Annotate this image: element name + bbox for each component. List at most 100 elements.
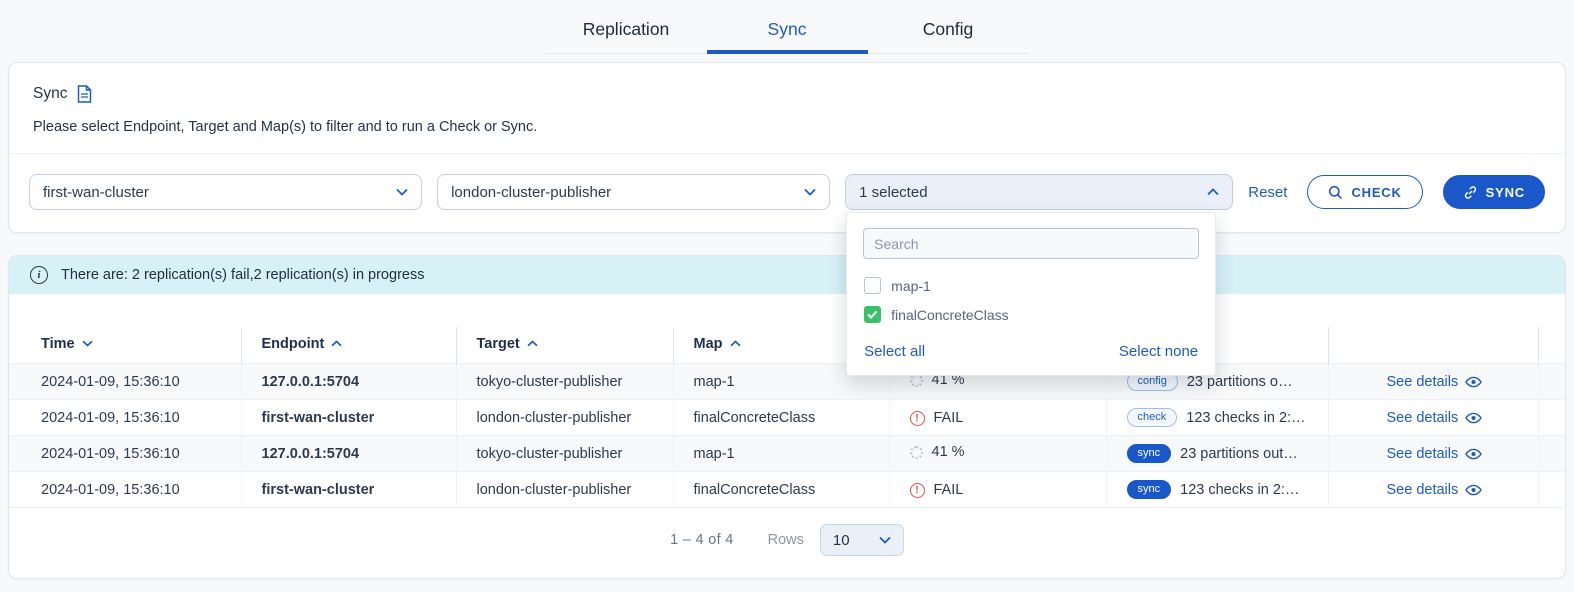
column-header-time[interactable]: Time (9, 327, 241, 364)
map-search-input[interactable] (863, 228, 1199, 259)
info-icon: i (30, 266, 48, 284)
cell-target: london-cluster-publisher (456, 400, 673, 436)
cell-details: See details (1328, 436, 1538, 472)
cell-status: 41 % (889, 436, 1106, 472)
cell-status: ! FAIL (889, 400, 1106, 436)
rows-per-page-value: 10 (833, 532, 850, 549)
table-row: 2024-01-09, 15:36:10 first-wan-cluster l… (9, 400, 1565, 436)
cell-time: 2024-01-09, 15:36:10 (9, 472, 241, 508)
cell-target: tokyo-cluster-publisher (456, 364, 673, 400)
cell-endpoint: 127.0.0.1:5704 (241, 436, 456, 472)
event-type-badge: sync (1127, 444, 1172, 463)
table-header-row: Time Endpoint Target Map (9, 327, 1565, 364)
endpoint-select-value: first-wan-cluster (43, 184, 149, 201)
column-header-target[interactable]: Target (456, 327, 673, 364)
see-details-link[interactable]: See details (1349, 374, 1483, 390)
table-row: 2024-01-09, 15:36:10 127.0.0.1:5704 toky… (9, 364, 1565, 400)
event-text: 123 checks in 2:… (1180, 482, 1299, 498)
table-row: 2024-01-09, 15:36:10 first-wan-cluster l… (9, 472, 1565, 508)
status-text: FAIL (934, 482, 964, 498)
cell-target: tokyo-cluster-publisher (456, 436, 673, 472)
cell-spacer (1538, 436, 1565, 472)
cell-details: See details (1328, 400, 1538, 436)
see-details-link[interactable]: See details (1349, 410, 1483, 426)
cell-map: finalConcreteClass (673, 400, 889, 436)
eye-icon (1465, 412, 1482, 424)
eye-icon (1465, 376, 1482, 388)
cell-map: map-1 (673, 436, 889, 472)
tab-strip: Replication Sync Config (0, 0, 1574, 54)
checkbox-checked-icon[interactable] (864, 306, 881, 323)
sync-button[interactable]: SYNC (1443, 175, 1545, 209)
map-select-value: 1 selected (859, 184, 927, 201)
event-type-badge: check (1127, 408, 1178, 427)
cell-target: london-cluster-publisher (456, 472, 673, 508)
progress-spinner-icon (910, 446, 923, 459)
column-header-endpoint[interactable]: Endpoint (241, 327, 456, 364)
see-details-link[interactable]: See details (1349, 446, 1483, 462)
document-icon[interactable] (77, 85, 92, 103)
pagination-range: 1 – 4 of 4 (670, 532, 733, 548)
event-type-badge: sync (1127, 480, 1172, 499)
sort-asc-icon (730, 340, 741, 347)
map-select[interactable]: 1 selected map-1 finalConcreteClass Sele… (845, 174, 1233, 210)
cell-time: 2024-01-09, 15:36:10 (9, 436, 241, 472)
status-text: 41 % (932, 444, 965, 460)
search-icon (1328, 185, 1343, 200)
tab-config[interactable]: Config (868, 8, 1029, 53)
status-banner: i There are: 2 replication(s) fail,2 rep… (9, 256, 1565, 294)
banner-text: There are: 2 replication(s) fail,2 repli… (61, 267, 424, 283)
select-none-link[interactable]: Select none (1119, 343, 1198, 360)
cell-details: See details (1328, 364, 1538, 400)
column-header-details (1328, 327, 1538, 364)
cell-time: 2024-01-09, 15:36:10 (9, 364, 241, 400)
check-button[interactable]: CHECK (1307, 175, 1422, 209)
cell-event: sync 123 checks in 2:… (1106, 472, 1328, 508)
select-all-link[interactable]: Select all (864, 343, 925, 360)
sync-results-card: i There are: 2 replication(s) fail,2 rep… (8, 255, 1566, 579)
see-details-link[interactable]: See details (1349, 482, 1483, 498)
chevron-up-icon (1207, 188, 1219, 196)
page-title: Sync (33, 85, 67, 103)
target-select-value: london-cluster-publisher (451, 184, 611, 201)
rows-label: Rows (768, 532, 804, 548)
sort-asc-icon (527, 340, 538, 347)
chevron-down-icon (879, 536, 891, 544)
tab-replication[interactable]: Replication (546, 8, 707, 53)
tab-sync[interactable]: Sync (707, 8, 868, 53)
cell-endpoint: 127.0.0.1:5704 (241, 364, 456, 400)
error-icon: ! (910, 411, 925, 426)
link-icon (1463, 185, 1478, 200)
sort-asc-icon (331, 340, 342, 347)
eye-icon (1465, 448, 1482, 460)
sync-button-label: SYNC (1486, 185, 1525, 200)
rows-per-page-select[interactable]: 10 (820, 524, 904, 556)
endpoint-select[interactable]: first-wan-cluster (29, 174, 422, 210)
map-option-finalconcreteclass[interactable]: finalConcreteClass (847, 300, 1215, 329)
chevron-down-icon (396, 188, 408, 196)
event-text: 123 checks in 2:… (1186, 410, 1305, 426)
map-option-label: finalConcreteClass (891, 307, 1009, 323)
check-button-label: CHECK (1351, 185, 1401, 200)
cell-endpoint: first-wan-cluster (241, 400, 456, 436)
cell-map: finalConcreteClass (673, 472, 889, 508)
target-select[interactable]: london-cluster-publisher (437, 174, 830, 210)
sort-desc-icon (82, 340, 93, 347)
reset-link[interactable]: Reset (1248, 184, 1287, 201)
checkbox-unchecked-icon[interactable] (864, 277, 881, 294)
status-text: FAIL (934, 410, 964, 426)
table-row: 2024-01-09, 15:36:10 127.0.0.1:5704 toky… (9, 436, 1565, 472)
column-header-spacer (1538, 327, 1565, 364)
cell-time: 2024-01-09, 15:36:10 (9, 400, 241, 436)
map-option-label: map-1 (891, 278, 931, 294)
chevron-down-icon (804, 188, 816, 196)
cell-event: sync23 partitions out… (1106, 436, 1328, 472)
cell-spacer (1538, 364, 1565, 400)
eye-icon (1465, 484, 1482, 496)
cell-status: !FAIL (889, 472, 1106, 508)
cell-spacer (1538, 472, 1565, 508)
map-option-map-1[interactable]: map-1 (847, 271, 1215, 300)
map-dropdown-panel: map-1 finalConcreteClass Select all Sele… (846, 212, 1216, 376)
cell-event: check 123 checks in 2:… (1106, 400, 1328, 436)
cell-spacer (1538, 400, 1565, 436)
